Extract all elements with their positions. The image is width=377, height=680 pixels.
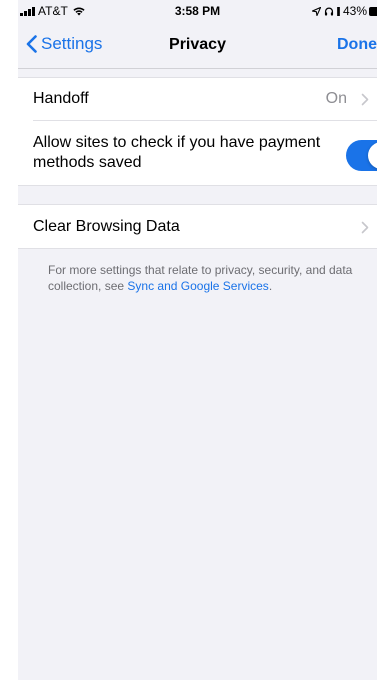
- payment-methods-label: Allow sites to check if you have payment…: [33, 134, 321, 171]
- handoff-row[interactable]: Handoff On: [18, 78, 377, 121]
- privacy-settings-group: Handoff On Allow sites to check if you h…: [18, 77, 377, 186]
- clear-data-group: Clear Browsing Data: [18, 204, 377, 249]
- status-bar: AT&T 3:58 PM 43%: [18, 0, 377, 22]
- sync-google-services-link[interactable]: Sync and Google Services: [127, 279, 268, 293]
- clear-browsing-data-row[interactable]: Clear Browsing Data: [18, 205, 377, 248]
- footer-suffix: .: [268, 279, 273, 293]
- privacy-screen: AT&T 3:58 PM 43% Settings Privacy Done H…: [18, 0, 377, 680]
- clear-browsing-data-label: Clear Browsing Data: [33, 218, 180, 235]
- toggle-knob: [368, 142, 377, 169]
- orientation-lock-icon: [337, 6, 340, 16]
- chevron-right-icon: [361, 93, 369, 106]
- handoff-value: On: [325, 90, 347, 107]
- done-button[interactable]: Done: [337, 36, 377, 54]
- status-right: 43%: [311, 4, 377, 18]
- chevron-right-icon: [361, 221, 369, 234]
- page-title: Privacy: [169, 36, 226, 53]
- location-arrow-icon: [311, 6, 321, 16]
- battery-icon: [369, 6, 377, 16]
- payment-methods-row: Allow sites to check if you have payment…: [18, 121, 377, 185]
- battery-percent: 43%: [342, 4, 367, 18]
- payment-methods-toggle[interactable]: [346, 140, 377, 171]
- footer-note: For more settings that relate to privacy…: [48, 262, 368, 294]
- headphones-icon: [324, 7, 334, 16]
- navigation-bar: Settings Privacy Done: [18, 22, 377, 69]
- handoff-label: Handoff: [33, 90, 89, 107]
